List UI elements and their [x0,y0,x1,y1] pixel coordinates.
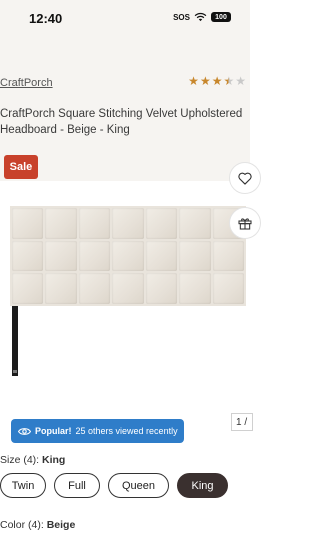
color-selected-value: Beige [46,519,76,531]
color-label: Color (4): Beige [0,519,75,531]
headboard-leg [12,306,18,376]
headboard-bolt [13,370,17,373]
sos-indicator: SOS [173,12,190,22]
star-icon: ★ [199,74,211,88]
star-half-icon: ★ [223,74,235,88]
size-option-king[interactable]: King [177,473,228,498]
product-image-headboard [10,206,246,306]
size-label: Size (4): King [0,454,65,466]
status-time: 12:40 [29,11,63,26]
eye-icon [18,427,31,435]
size-label-prefix: Size (4): [0,454,40,466]
status-bar: 12:40 SOS 100 [0,0,250,36]
star-icon: ★ [188,74,199,88]
color-label-prefix: Color (4): [0,519,44,531]
popular-text: 25 others viewed recently [75,426,178,436]
brand-link[interactable]: CraftPorch [0,77,53,89]
image-page-counter: 1 / [231,413,253,431]
size-options: Twin Full Queen King [0,473,228,498]
star-rating[interactable]: ★ ★ ★ ★ ★ [188,75,246,87]
sale-badge: Sale [4,155,38,179]
favorite-button[interactable] [229,162,261,194]
popular-label: Popular! [35,426,72,436]
size-option-twin[interactable]: Twin [0,473,46,498]
status-icons: SOS 100 [173,12,231,22]
gift-icon [238,218,252,230]
product-title: CraftPorch Square Stitching Velvet Uphol… [0,108,243,136]
size-selected-value: King [42,454,66,466]
heart-icon [238,172,252,185]
star-icon: ★ [211,74,223,88]
battery-indicator: 100 [211,12,231,22]
wifi-icon [194,12,207,22]
size-option-full[interactable]: Full [54,473,100,498]
gift-button[interactable] [229,207,261,239]
star-empty-icon: ★ [235,74,246,88]
size-option-queen[interactable]: Queen [108,473,169,498]
popular-badge: Popular! 25 others viewed recently [11,419,184,443]
